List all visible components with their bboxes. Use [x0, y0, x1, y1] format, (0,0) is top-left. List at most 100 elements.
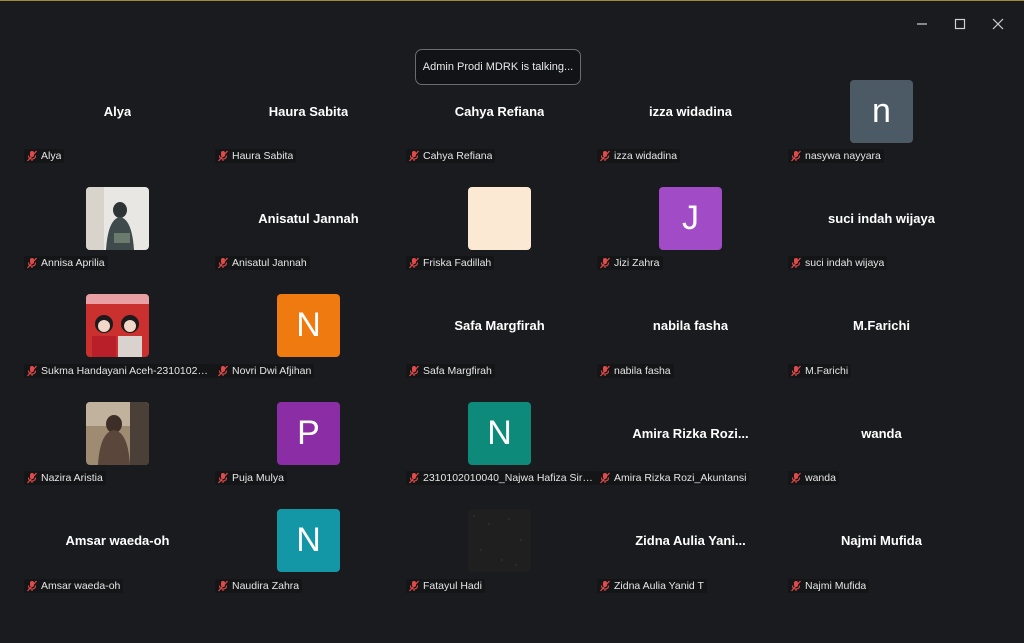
participant-tile[interactable]: N 2310102010040_Najwa Hafiza Sireg... [404, 397, 597, 504]
video-area [404, 509, 595, 573]
participant-name-label: wanda [788, 471, 839, 486]
participant-name-label: Naudira Zahra [215, 578, 303, 593]
participant-name-label: Zidna Aulia Yanid T [597, 578, 707, 593]
mic-muted-icon [409, 150, 419, 162]
avatar: P [277, 401, 340, 465]
participant-name: Nazira Aristia [41, 472, 103, 485]
participant-name: Alya [41, 150, 62, 162]
avatar: N [277, 509, 340, 573]
participant-name: Annisa Aprilia [41, 257, 105, 270]
maximize-button[interactable] [944, 11, 976, 37]
participant-tile[interactable]: J Jizi Zahra [595, 182, 786, 289]
participant-name: Jizi Zahra [614, 257, 660, 270]
participant-tile[interactable]: Sukma Handayani Aceh-231010201... [22, 290, 215, 397]
participant-display-name: Haura Sabita [268, 103, 349, 119]
participant-name-label: M.Farichi [788, 363, 852, 378]
avatar: n [850, 79, 913, 143]
participant-name: Zidna Aulia Yanid T [614, 579, 704, 592]
display-name-area: Safa Margfirah [404, 294, 595, 358]
participant-name: Puja Mulya [232, 472, 284, 485]
participant-name-label: Safa Margfirah [406, 363, 495, 378]
participant-name-label: Jizi Zahra [597, 256, 663, 271]
participant-tile[interactable]: Amsar waeda-oh Amsar waeda-oh [22, 505, 213, 612]
participant-tile[interactable]: Haura Sabita Haura Sabita [213, 75, 404, 182]
display-name-area: wanda [786, 401, 977, 465]
video-area [22, 294, 213, 358]
participant-tile[interactable]: Safa Margfirah Safa Margfirah [404, 290, 595, 397]
participant-tile[interactable]: n nasywa nayyara [786, 75, 977, 182]
display-name-area: izza widadina [595, 79, 786, 143]
participant-tile[interactable]: Friska Fadillah [404, 182, 595, 289]
participant-name: Najmi Mufida [805, 579, 867, 592]
participant-name: Haura Sabita [232, 150, 294, 162]
mic-muted-icon [409, 365, 419, 377]
participant-display-name: izza widadina [648, 103, 733, 119]
mic-muted-icon [600, 365, 610, 377]
participant-photo [86, 401, 149, 465]
participant-tile[interactable]: Anisatul Jannah Anisatul Jannah [213, 182, 404, 289]
participant-tile[interactable]: wanda wanda [786, 397, 977, 504]
participant-name-label: izza widadina [597, 149, 681, 163]
participant-tile[interactable]: Zidna Aulia Yani... Zidna Aulia Yanid T [595, 505, 786, 612]
mic-muted-icon [27, 472, 37, 484]
mic-muted-icon [27, 150, 37, 162]
mic-muted-icon [27, 580, 37, 591]
mic-muted-icon [409, 580, 419, 591]
participant-name-label: Amsar waeda-oh [24, 578, 124, 593]
participant-tile[interactable]: suci indah wijaya suci indah wijaya [786, 182, 977, 289]
display-name-area: M.Farichi [786, 294, 977, 358]
participant-name: suci indah wijaya [805, 257, 885, 270]
participant-tile[interactable]: M.Farichi M.Farichi [786, 290, 977, 397]
participant-tile[interactable]: P Puja Mulya [213, 397, 404, 504]
participant-tile[interactable]: Najmi Mufida Najmi Mufida [786, 505, 977, 612]
participant-tile[interactable]: Annisa Aprilia [22, 182, 213, 289]
participant-display-name: nabila fasha [652, 318, 729, 334]
avatar-area: N [404, 401, 595, 465]
video-area [404, 186, 595, 250]
participant-tile[interactable]: Cahya Refiana Cahya Refiana [404, 75, 595, 182]
avatar: J [659, 186, 722, 250]
participant-name-label: Cahya Refiana [406, 149, 496, 163]
participant-name-label: Novri Dwi Afjihan [215, 363, 315, 378]
participant-photo [468, 509, 531, 573]
participant-tile[interactable]: Nazira Aristia [22, 397, 213, 504]
participant-display-name: Cahya Refiana [454, 103, 545, 119]
participant-name: izza widadina [614, 150, 678, 162]
mic-muted-icon [218, 365, 228, 377]
active-speaker-banner: Admin Prodi MDRK is talking... [415, 49, 581, 85]
meeting-window: Alya Alya Haura Sabita Haura Sabita Cahya … [0, 0, 1024, 643]
display-name-area: Cahya Refiana [404, 79, 595, 143]
active-speaker-text: Admin Prodi MDRK is talking... [422, 61, 574, 73]
display-name-area: Haura Sabita [213, 79, 404, 143]
mic-muted-icon [409, 257, 419, 269]
minimize-button[interactable] [906, 11, 938, 37]
participant-tile[interactable]: Fatayul Hadi [404, 505, 595, 612]
participant-name-label: Sukma Handayani Aceh-231010201... [24, 363, 215, 378]
participant-photo [86, 294, 149, 358]
display-name-area: Zidna Aulia Yani... [595, 509, 786, 573]
participant-tile[interactable]: Amira Rizka Rozi... Amira Rizka Rozi_Aku… [595, 397, 786, 504]
mic-muted-icon [27, 257, 37, 269]
avatar: N [277, 294, 340, 358]
participant-tile[interactable]: N Naudira Zahra [213, 505, 404, 612]
mic-muted-icon [218, 257, 228, 269]
display-name-area: Amira Rizka Rozi... [595, 401, 786, 465]
participant-tile[interactable]: N Novri Dwi Afjihan [213, 290, 404, 397]
display-name-area: suci indah wijaya [786, 186, 977, 250]
participant-name-label: nabila fasha [597, 363, 674, 378]
mic-muted-icon [409, 472, 419, 484]
participant-name: Fatayul Hadi [423, 579, 482, 592]
mic-muted-icon [27, 365, 37, 377]
mic-muted-icon [791, 150, 801, 162]
display-name-area: Anisatul Jannah [213, 186, 404, 250]
participant-tile[interactable]: Alya Alya [22, 75, 213, 182]
participant-tile[interactable]: izza widadina izza widadina [595, 75, 786, 182]
participant-tile[interactable]: nabila fasha nabila fasha [595, 290, 786, 397]
close-button[interactable] [982, 11, 1014, 37]
participant-display-name: Amsar waeda-oh [65, 533, 170, 549]
avatar: N [468, 401, 531, 465]
participant-name-label: nasywa nayyara [788, 149, 884, 163]
mic-muted-icon [600, 257, 610, 269]
participant-name-label: Fatayul Hadi [406, 578, 485, 593]
mic-muted-icon [791, 365, 801, 377]
